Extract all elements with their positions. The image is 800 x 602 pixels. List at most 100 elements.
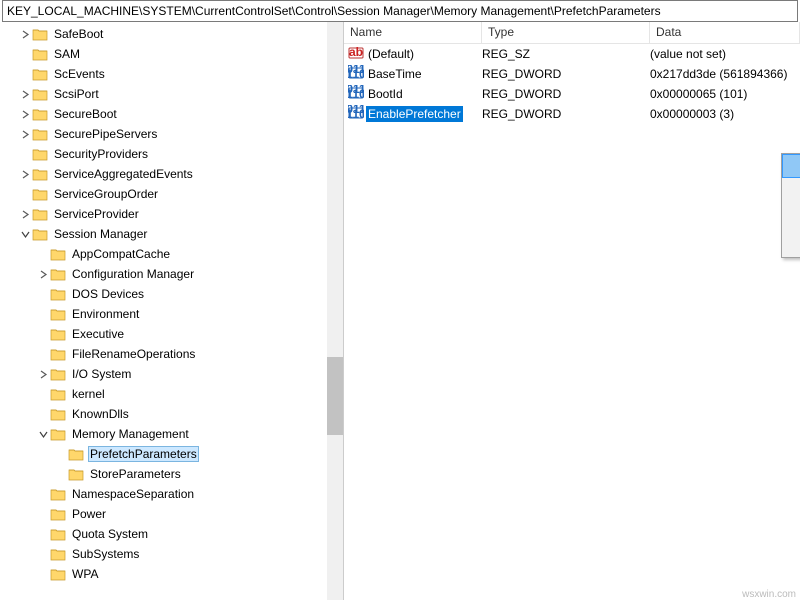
tree-pane[interactable]: SafeBoot SAM ScEvents ScsiPort SecureBoot Sec… [0,22,344,600]
tree-item-label: kernel [70,386,107,402]
tree-item-label: SubSystems [70,546,141,562]
tree-item[interactable]: SecurityProviders [0,144,343,164]
expand-chevron-icon[interactable] [18,230,32,239]
column-header[interactable]: Name [344,22,482,43]
tree-item-label: NamespaceSeparation [70,486,196,502]
tree-item[interactable]: Memory Management [0,424,343,444]
scrollbar-track[interactable] [327,22,343,600]
tree-item-label: Session Manager [52,226,149,242]
tree-item[interactable]: I/O System [0,364,343,384]
tree-item-label: SecureBoot [52,106,119,122]
tree-item-label: DOS Devices [70,286,146,302]
value-row[interactable]: 011110BaseTimeREG_DWORD0x217dd3de (56189… [344,64,800,84]
expand-chevron-icon[interactable] [18,30,32,39]
tree-item[interactable]: ScsiPort [0,84,343,104]
tree-item-label: Memory Management [70,426,191,442]
dword-icon: 011110 [348,65,366,84]
value-row[interactable]: ab(Default) REG_SZ(value not set) [344,44,800,64]
tree-item[interactable]: Power [0,504,343,524]
tree-item-label: PrefetchParameters [88,446,199,462]
expand-chevron-icon[interactable] [36,270,50,279]
menu-rename[interactable]: Rename [782,233,800,257]
tree-item[interactable]: AppCompatCache [0,244,343,264]
tree-item-label: ServiceAggregatedEvents [52,166,195,182]
tree-item[interactable]: Quota System [0,524,343,544]
list-body: ab(Default) REG_SZ(value not set) 011110Ba… [344,44,800,124]
tree-item-label: AppCompatCache [70,246,172,262]
tree-item[interactable]: SubSystems [0,544,343,564]
svg-text:110: 110 [348,67,364,81]
main-split: SafeBoot SAM ScEvents ScsiPort SecureBoot Sec… [0,22,800,600]
expand-chevron-icon[interactable] [36,430,50,439]
tree-item-label: SecurePipeServers [52,126,159,142]
tree-item-label: Power [70,506,108,522]
tree-item[interactable]: ServiceGroupOrder [0,184,343,204]
value-type: REG_SZ [482,47,650,61]
tree-item-label: ServiceProvider [52,206,141,222]
tree-item[interactable]: PrefetchParameters [0,444,343,464]
menu-modify-binary[interactable]: Modify Binary Data... [782,178,800,202]
column-header[interactable]: Type [482,22,650,43]
column-header[interactable]: Data [650,22,800,43]
value-data: 0x00000065 (101) [650,87,747,101]
tree-item-label: I/O System [70,366,133,382]
tree-item-label: ServiceGroupOrder [52,186,160,202]
tree-item-label: WPA [70,566,100,582]
watermark: wsxwin.com [742,589,796,600]
expand-chevron-icon[interactable] [18,110,32,119]
tree-item[interactable]: SecureBoot [0,104,343,124]
menu-modify[interactable]: Modify... [782,154,800,178]
tree-item-label: StoreParameters [88,466,183,482]
dword-icon: 011110 [348,105,366,124]
tree-item-label: SafeBoot [52,26,105,42]
tree-item[interactable]: WPA [0,564,343,584]
tree-item[interactable]: StoreParameters [0,464,343,484]
value-row[interactable]: 011110EnablePrefetcherREG_DWORD0x0000000… [344,104,800,124]
tree-item-label: Quota System [70,526,150,542]
value-data: 0x00000003 (3) [650,107,734,121]
tree-item[interactable]: ServiceProvider [0,204,343,224]
tree-item-label: SAM [52,46,82,62]
value-data: (value not set) [650,47,726,61]
value-data: 0x217dd3de (561894366) [650,67,787,81]
tree-item-label: Configuration Manager [70,266,196,282]
tree-item[interactable]: kernel [0,384,343,404]
tree-item[interactable]: Configuration Manager [0,264,343,284]
list-pane: NameTypeData ab(Default) REG_SZ(value not… [344,22,800,600]
expand-chevron-icon[interactable] [18,90,32,99]
address-bar[interactable]: KEY_LOCAL_MACHINE\SYSTEM\CurrentControlS… [2,0,798,22]
value-row[interactable]: 011110BootIdREG_DWORD0x00000065 (101) [344,84,800,104]
expand-chevron-icon[interactable] [36,370,50,379]
tree-item[interactable]: SAM [0,44,343,64]
expand-chevron-icon[interactable] [18,130,32,139]
tree-item[interactable]: DOS Devices [0,284,343,304]
tree-item[interactable]: Environment [0,304,343,324]
tree-item[interactable]: SafeBoot [0,24,343,44]
tree-item-label: KnownDlls [70,406,131,422]
menu-delete[interactable]: Delete [782,209,800,233]
tree-item-label: SecurityProviders [52,146,150,162]
tree-item[interactable]: SecurePipeServers [0,124,343,144]
scrollbar-thumb[interactable] [327,357,343,435]
expand-chevron-icon[interactable] [18,210,32,219]
context-menu: Modify... Modify Binary Data... Delete R… [781,153,800,258]
tree-item[interactable]: NamespaceSeparation [0,484,343,504]
tree-item[interactable]: Executive [0,324,343,344]
svg-text:110: 110 [348,87,364,101]
dword-icon: 011110 [348,85,366,104]
value-name: (Default) [366,46,416,62]
svg-text:ab: ab [349,45,363,59]
tree-item-label: ScsiPort [52,86,101,102]
tree-item[interactable]: KnownDlls [0,404,343,424]
tree-item[interactable]: FileRenameOperations [0,344,343,364]
svg-text:110: 110 [348,107,364,121]
tree-item[interactable]: ServiceAggregatedEvents [0,164,343,184]
expand-chevron-icon[interactable] [18,170,32,179]
tree-item-label: Environment [70,306,141,322]
ab-string-icon: ab [348,45,366,64]
value-type: REG_DWORD [482,107,650,121]
value-type: REG_DWORD [482,87,650,101]
tree-item[interactable]: ScEvents [0,64,343,84]
tree-item[interactable]: Session Manager [0,224,343,244]
tree-item-label: Executive [70,326,126,342]
